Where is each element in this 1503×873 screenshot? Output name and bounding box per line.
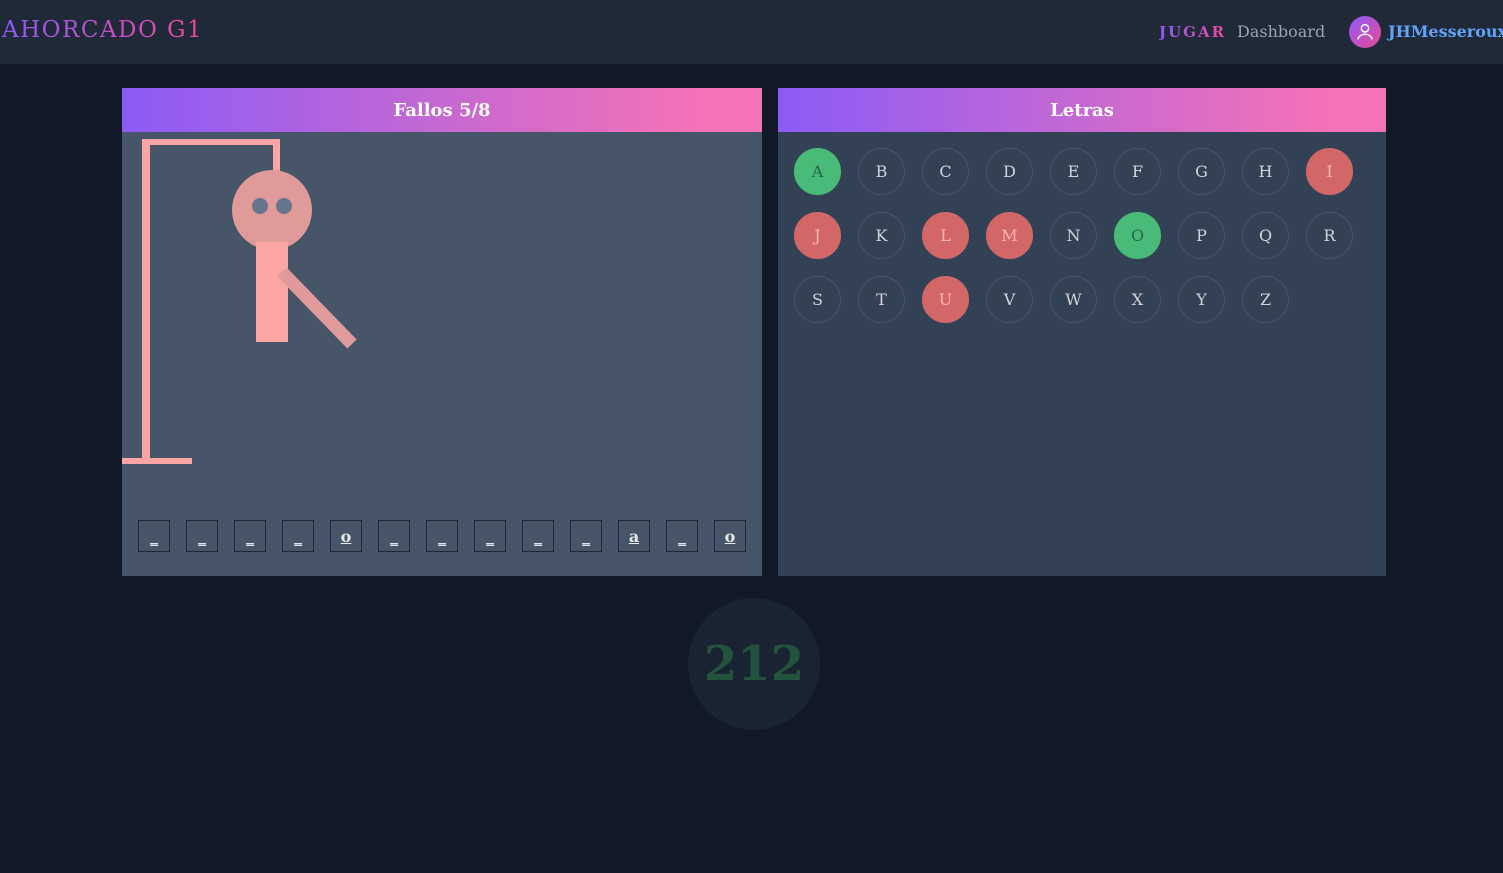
letter-button-t[interactable]: T <box>858 276 905 323</box>
letter-button-y[interactable]: Y <box>1178 276 1225 323</box>
word-slot: o <box>330 520 362 552</box>
gallows-base <box>122 458 192 464</box>
word-slot: a <box>618 520 650 552</box>
letter-grid: ABCDEFGHI JKLMNOPQR STUVWXYZ <box>794 148 1374 323</box>
letter-button-o[interactable]: O <box>1114 212 1161 259</box>
letters-title: Letras <box>778 88 1386 132</box>
letter-button-b[interactable]: B <box>858 148 905 195</box>
letter-button-z[interactable]: Z <box>1242 276 1289 323</box>
brand-logo[interactable]: AHORCADO G1 <box>2 17 203 43</box>
word-slot: _ <box>522 520 554 552</box>
letter-button-d[interactable]: D <box>986 148 1033 195</box>
figure-left-eye <box>252 198 268 214</box>
word-slot: o <box>714 520 746 552</box>
figure-head <box>232 170 312 250</box>
hangman-panel: Fallos 5/8 _ _ _ _ o _ _ _ _ _ a _ o <box>122 88 762 576</box>
letter-button-n[interactable]: N <box>1050 212 1097 259</box>
letter-button-w[interactable]: W <box>1050 276 1097 323</box>
letter-button-p[interactable]: P <box>1178 212 1225 259</box>
nav-dashboard-link[interactable]: Dashboard <box>1237 22 1325 41</box>
letter-button-h[interactable]: H <box>1242 148 1289 195</box>
hanged-figure <box>232 170 357 349</box>
letter-button-r[interactable]: R <box>1306 212 1353 259</box>
letter-button-e[interactable]: E <box>1050 148 1097 195</box>
word-slot: _ <box>666 520 698 552</box>
word-slot: _ <box>234 520 266 552</box>
letter-button-x[interactable]: X <box>1114 276 1161 323</box>
letter-button-g[interactable]: G <box>1178 148 1225 195</box>
figure-right-eye <box>276 198 292 214</box>
word-slots: _ _ _ _ o _ _ _ _ _ a _ o <box>138 520 746 552</box>
score-display: 212 <box>688 598 820 730</box>
letter-button-k[interactable]: K <box>858 212 905 259</box>
letter-button-i[interactable]: I <box>1306 148 1353 195</box>
word-slot: _ <box>282 520 314 552</box>
word-slot: _ <box>570 520 602 552</box>
letter-button-q[interactable]: Q <box>1242 212 1289 259</box>
letters-panel: Letras ABCDEFGHI JKLMNOPQR STUVWXYZ <box>778 88 1386 576</box>
word-slot: _ <box>186 520 218 552</box>
hangman-drawing <box>122 139 357 464</box>
letter-button-u[interactable]: U <box>922 276 969 323</box>
letter-button-f[interactable]: F <box>1114 148 1161 195</box>
nav-play-link[interactable]: JUGAR <box>1159 23 1226 41</box>
figure-body <box>256 242 288 342</box>
fails-counter: Fallos 5/8 <box>122 88 762 132</box>
gallows-pole <box>142 139 150 461</box>
letter-button-s[interactable]: S <box>794 276 841 323</box>
navbar: AHORCADO G1 JUGAR Dashboard JHMesseroux <box>0 0 1503 64</box>
word-slot: _ <box>378 520 410 552</box>
word-slot: _ <box>426 520 458 552</box>
word-slot: _ <box>138 520 170 552</box>
username-link[interactable]: JHMesseroux <box>1388 22 1503 41</box>
letter-button-m[interactable]: M <box>986 212 1033 259</box>
letter-button-v[interactable]: V <box>986 276 1033 323</box>
letter-button-l[interactable]: L <box>922 212 969 259</box>
letter-button-a[interactable]: A <box>794 148 841 195</box>
user-avatar-icon[interactable] <box>1349 16 1381 48</box>
figure-arm <box>277 267 357 349</box>
letter-button-c[interactable]: C <box>922 148 969 195</box>
word-slot: _ <box>474 520 506 552</box>
gallows-beam <box>142 139 280 145</box>
letter-button-j[interactable]: J <box>794 212 841 259</box>
